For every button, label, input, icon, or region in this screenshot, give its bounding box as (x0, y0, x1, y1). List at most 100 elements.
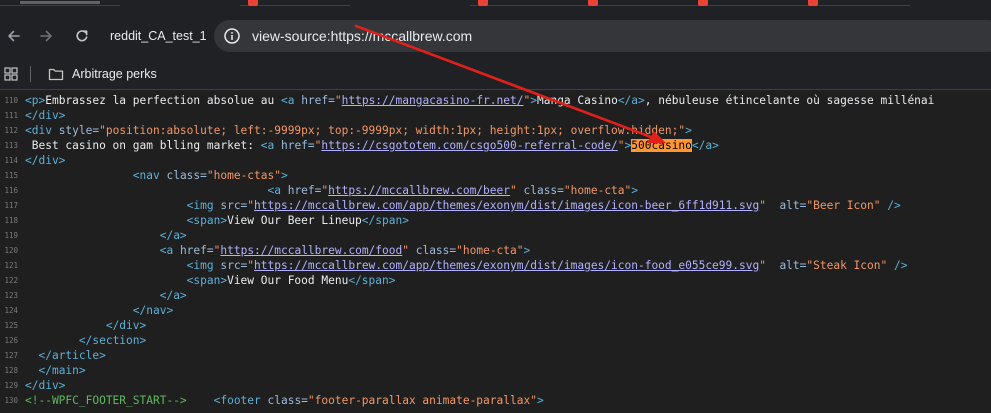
source-line: 124 </nav> (0, 303, 991, 318)
attribute-value-token: "footer-parallax animate-parallax" (307, 394, 537, 407)
source-line-code: <img src= "https://mccallbrew.com/app/the… (25, 198, 901, 213)
line-number: 125 (4, 321, 18, 330)
browser-tab[interactable] (0, 0, 120, 6)
site-info-button[interactable] (216, 20, 248, 52)
source-line-code: <span>View Our Food Menu</span> (25, 273, 396, 288)
attribute-value-token: "Steak Icon" (806, 259, 888, 272)
attribute-name-token: href= (280, 139, 315, 152)
reload-button[interactable] (68, 22, 96, 50)
source-line: 122 <span>View Our Food Menu</span> (0, 273, 991, 288)
browser-tab[interactable] (240, 0, 350, 6)
line-number: 122 (4, 276, 18, 285)
source-link[interactable]: https://mccallbrew.com/beer (328, 184, 510, 197)
source-line-code: </main> (25, 363, 85, 378)
source-line-code: </a> (25, 228, 187, 243)
attribute-value-token: " (510, 184, 517, 197)
attribute-value-token: " (402, 244, 409, 257)
source-line: 116 <a href= "https://mccallbrew.com/beer… (0, 183, 991, 198)
line-number: 111 (4, 111, 18, 120)
attribute-name-token: class= (408, 244, 457, 257)
line-number: 120 (4, 246, 18, 255)
favicon-icon (588, 0, 598, 6)
attribute-name-token: src= (220, 199, 248, 212)
source-line-code: </article> (25, 348, 105, 363)
info-icon (224, 28, 240, 44)
html-tag-token: <img (186, 199, 221, 212)
attribute-value-token: " (334, 94, 342, 107)
line-number: 110 (4, 96, 18, 105)
favicon-icon (478, 0, 488, 6)
source-line: 113 Best casino on gam blling market: <a… (0, 138, 991, 153)
source-link[interactable]: https://mccallbrew.com/app/themes/exonym… (254, 259, 759, 272)
attribute-value-token: " (759, 199, 766, 212)
html-tag-token: > (631, 184, 639, 197)
source-line: 111 </div> (0, 108, 991, 123)
source-line: 126 </section> (0, 333, 991, 348)
line-number: 112 (4, 126, 18, 135)
source-link[interactable]: https://csgototem.com/csgo500-referral-c… (321, 139, 617, 152)
html-tag-token: > (685, 124, 692, 137)
source-link[interactable]: https://mccallbrew.com/app/themes/exonym… (254, 199, 759, 212)
text-token: Manga Casino (536, 94, 618, 107)
browser-tab[interactable] (690, 0, 800, 6)
tab-title-remnant (20, 1, 100, 4)
html-tag-token: </span> (348, 274, 396, 287)
source-line-code: <!--WPFC_FOOTER_START--> <footer class="… (25, 393, 544, 408)
source-line: 115 <nav class="home-ctas"> (0, 168, 991, 183)
line-number: 118 (4, 216, 18, 225)
source-line-code: </nav> (25, 303, 173, 318)
line-number: 116 (4, 186, 18, 195)
browser-tab[interactable] (580, 0, 690, 6)
attribute-value-token: " (617, 139, 625, 152)
source-line: 127 </article> (0, 348, 991, 363)
bookmarks-bar: Arbitrage perks (0, 58, 991, 90)
attribute-name-token: class= (516, 184, 564, 197)
bookmark-folder-arbitrage-perks[interactable]: Arbitrage perks (42, 62, 163, 86)
source-line: 125 </div> (0, 318, 991, 333)
browser-tab[interactable] (800, 0, 910, 6)
source-line-code: </a> (25, 288, 187, 303)
attribute-name-token: href= (179, 244, 214, 257)
source-line: 123 </a> (0, 288, 991, 303)
attribute-value-token: " (759, 259, 766, 272)
source-line: 128 </main> (0, 363, 991, 378)
source-link[interactable]: https://mccallbrew.com/food (220, 244, 402, 257)
source-line: 118 <span>View Our Beer Lineup</span> (0, 213, 991, 228)
favicon-icon (248, 0, 258, 6)
source-line: 120 <a href= "https://mccallbrew.com/food… (0, 243, 991, 258)
forward-button[interactable] (32, 22, 60, 50)
address-bar[interactable]: view-source:https://mccallbrew.com (214, 20, 991, 52)
search-highlight: 500casino (631, 139, 692, 152)
html-tag-token: </a> (691, 139, 719, 152)
source-line-code: </div> (25, 153, 65, 168)
source-line-code: </div> (25, 108, 65, 123)
html-tag-token: <a (260, 139, 281, 152)
url-text[interactable]: view-source:https://mccallbrew.com (252, 28, 472, 44)
line-number: 123 (4, 291, 18, 300)
source-line-code: </div> (25, 378, 65, 393)
browser-tab[interactable] (470, 0, 580, 6)
line-number: 127 (4, 351, 18, 360)
bookmarks-divider (30, 66, 31, 82)
back-button[interactable] (0, 22, 28, 50)
line-number: 117 (4, 201, 18, 210)
html-tag-token: </a> (617, 94, 645, 107)
line-number: 114 (4, 156, 18, 165)
source-line: 110 <p>Embrassez la perfection absolue au… (0, 93, 991, 108)
apps-button[interactable] (0, 62, 22, 86)
line-number: 115 (4, 171, 18, 180)
source-line-code: <span>View Our Beer Lineup</span> (25, 213, 409, 228)
line-number: 130 (4, 396, 18, 405)
html-tag-token: </nav> (132, 304, 174, 317)
attribute-value-token: "home-cta" (456, 244, 524, 257)
source-line-code: <nav class="home-ctas"> (25, 168, 288, 183)
line-number: 129 (4, 381, 18, 390)
html-tag-token: </div> (25, 109, 66, 122)
attribute-value-token: "position:absolute; left:-9999px; top:-9… (99, 124, 686, 137)
attribute-name-token: href= (301, 94, 335, 107)
html-tag-token: /> (887, 259, 908, 272)
attribute-name-token: src= (220, 259, 248, 272)
source-link[interactable]: https://mangacasino-fr.net/ (342, 94, 524, 107)
folder-icon (48, 68, 64, 81)
profile-chip[interactable]: reddit_CA_test_1 (100, 22, 217, 50)
